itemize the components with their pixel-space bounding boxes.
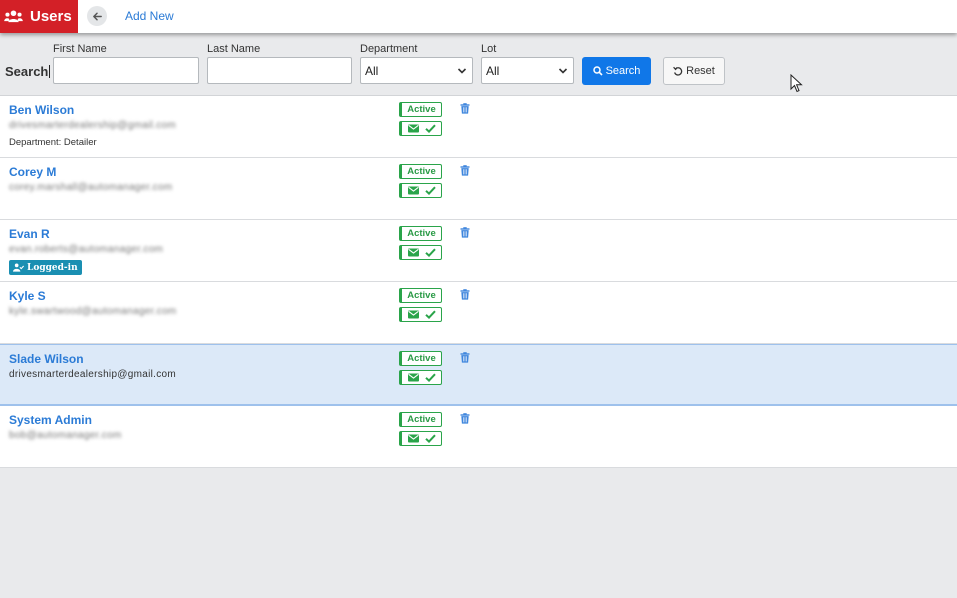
envelope-icon [407, 310, 419, 319]
email-verified-badge[interactable] [399, 245, 442, 260]
check-icon [424, 373, 436, 382]
arrow-left-icon [92, 12, 102, 20]
envelope-icon [407, 434, 419, 443]
lot-select[interactable]: All [481, 57, 574, 84]
check-icon [424, 248, 436, 257]
user-list: Ben Wilson drivesmarterdealership@gmail.c… [0, 96, 957, 468]
user-name-link[interactable]: Kyle S [9, 289, 46, 303]
user-name-link[interactable]: Corey M [9, 165, 56, 179]
chevron-down-icon [457, 68, 467, 74]
add-new-link[interactable]: Add New [125, 9, 174, 23]
email-verified-badge[interactable] [399, 307, 442, 322]
user-row[interactable]: Kyle S kyle.swartwood@automanager.com Acti… [0, 282, 957, 344]
department-label: Department [360, 43, 418, 55]
lot-selected-value: All [486, 63, 500, 78]
user-email: kyle.swartwood@automanager.com [9, 306, 177, 317]
check-icon [424, 310, 436, 319]
page-title: Users [30, 8, 72, 25]
mouse-cursor-icon [790, 74, 803, 93]
user-email: bob@automanager.com [9, 430, 122, 441]
back-button[interactable] [87, 6, 107, 26]
check-icon [424, 124, 436, 133]
search-button-label: Search [605, 65, 641, 77]
top-bar: Users Add New [0, 0, 957, 33]
logged-in-badge: Logged-in [9, 260, 82, 275]
trash-icon[interactable] [460, 289, 470, 300]
users-section-header: Users [0, 0, 78, 33]
user-row[interactable]: Ben Wilson drivesmarterdealership@gmail.c… [0, 96, 957, 158]
chevron-down-icon [558, 68, 568, 74]
user-email: evan.roberts@automanager.com [9, 244, 164, 255]
envelope-icon [407, 248, 419, 257]
last-name-input[interactable] [207, 57, 352, 84]
email-verified-badge[interactable] [399, 370, 442, 385]
department-selected-value: All [365, 63, 379, 78]
text-cursor [49, 65, 51, 78]
check-icon [424, 434, 436, 443]
user-name-link[interactable]: System Admin [9, 413, 92, 427]
reset-button[interactable]: Reset [663, 57, 725, 85]
first-name-input[interactable] [53, 57, 199, 84]
status-badge[interactable]: Active [399, 102, 442, 117]
email-verified-badge[interactable] [399, 121, 442, 136]
envelope-icon [407, 186, 419, 195]
user-email: drivesmarterdealership@gmail.com [9, 369, 177, 380]
reset-button-label: Reset [686, 65, 715, 77]
trash-icon[interactable] [460, 352, 470, 363]
logged-in-label: Logged-in [27, 262, 78, 273]
user-row[interactable]: System Admin bob@automanager.com Active [0, 406, 957, 468]
user-row[interactable]: Slade Wilson drivesmarterdealership@gmail… [0, 344, 957, 406]
last-name-label: Last Name [207, 43, 261, 55]
email-verified-badge[interactable] [399, 431, 442, 446]
trash-icon[interactable] [460, 413, 470, 424]
envelope-icon [407, 373, 419, 382]
status-badge[interactable]: Active [399, 412, 442, 427]
users-icon [4, 10, 23, 23]
user-row[interactable]: Evan R evan.roberts@automanager.com Logged… [0, 220, 957, 282]
user-department: Department: Detailer [9, 137, 97, 148]
first-name-label: First Name [53, 43, 107, 55]
status-badge[interactable]: Active [399, 226, 442, 241]
search-button[interactable]: Search [582, 57, 651, 85]
user-name-link[interactable]: Ben Wilson [9, 103, 74, 117]
department-select[interactable]: All [360, 57, 473, 84]
search-bar: Search First Name Last Name Department A… [0, 33, 957, 96]
status-badge[interactable]: Active [399, 288, 442, 303]
search-icon [592, 66, 603, 76]
check-icon [424, 186, 436, 195]
trash-icon[interactable] [460, 103, 470, 114]
user-email: drivesmarterdealership@gmail.com [9, 120, 177, 131]
lot-label: Lot [481, 43, 497, 55]
user-name-link[interactable]: Evan R [9, 227, 50, 241]
envelope-icon [407, 124, 419, 133]
status-badge[interactable]: Active [399, 164, 442, 179]
trash-icon[interactable] [460, 227, 470, 238]
email-verified-badge[interactable] [399, 183, 442, 198]
user-name-link[interactable]: Slade Wilson [9, 352, 84, 366]
trash-icon[interactable] [460, 165, 470, 176]
user-email: corey.marshall@automanager.com [9, 182, 173, 193]
user-row[interactable]: Corey M corey.marshall@automanager.com Act… [0, 158, 957, 220]
status-badge[interactable]: Active [399, 351, 442, 366]
search-label: Search [5, 64, 51, 79]
undo-icon [673, 66, 683, 76]
user-check-icon [13, 263, 24, 272]
